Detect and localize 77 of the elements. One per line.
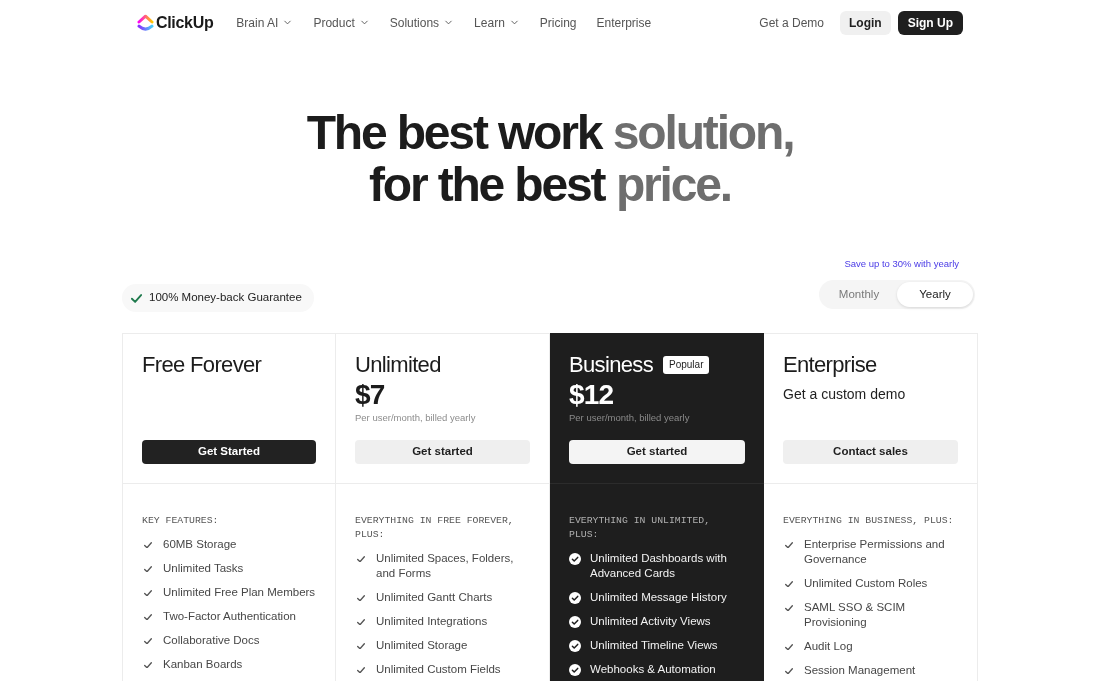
check-icon <box>357 594 365 601</box>
feature-text: Session Management <box>804 663 916 678</box>
check-icon <box>357 618 365 625</box>
feature-text: Unlimited Storage <box>376 638 468 653</box>
feature-text: Unlimited Free Plan Members <box>163 585 316 600</box>
billing-option-tab[interactable]: Monthly <box>821 282 897 307</box>
check-circle-icon <box>569 553 581 565</box>
check-icon <box>357 666 365 673</box>
headline: The best work solution, for the best price. <box>306 107 794 211</box>
feature-text: Unlimited Gantt Charts <box>376 590 493 605</box>
check-circle-icon <box>569 616 581 628</box>
check-icon <box>357 642 365 649</box>
check-icon <box>785 643 793 650</box>
feature-text: Unlimited Custom Fields <box>376 662 501 677</box>
feature-text: Unlimited Activity Views <box>590 614 711 629</box>
features-heading: EVERYTHING IN UNLIMITED, PLUS: <box>569 514 712 542</box>
check-icon <box>785 541 793 548</box>
check-icon <box>785 580 793 587</box>
check-circle-icon <box>569 640 581 652</box>
check-icon <box>144 637 152 644</box>
check-icon <box>144 541 152 548</box>
nav-menu-button[interactable]: Solutions <box>389 13 455 32</box>
plan-price: $7 <box>355 379 386 411</box>
feature-text: Audit Log <box>804 639 853 654</box>
nav-menu-button[interactable]: Brain AI <box>236 13 294 32</box>
check-icon <box>785 667 793 674</box>
features-heading: EVERYTHING IN BUSINESS, PLUS: <box>783 514 955 528</box>
nav-menu-button[interactable]: Learn <box>474 13 520 32</box>
check-circle-icon <box>569 592 581 604</box>
signup-button[interactable]: Sign Up <box>897 10 963 35</box>
plan-title: Enterprise <box>783 352 877 378</box>
logo-icon <box>137 14 154 31</box>
check-icon <box>144 613 152 620</box>
feature-text: Webhooks & Automation <box>590 662 716 677</box>
feature-text: Enterprise Permissions and Governance <box>804 537 946 567</box>
features-heading: EVERYTHING IN FREE FOREVER, PLUS: <box>355 514 515 542</box>
plan-tagline: Get a custom demo <box>783 385 907 404</box>
check-icon <box>785 604 793 611</box>
feature-text: Collaborative Docs <box>163 633 260 648</box>
home-logo-link[interactable]: ClickUp <box>137 10 214 35</box>
feature-text: Unlimited Custom Roles <box>804 576 928 591</box>
check-circle-icon <box>569 664 581 676</box>
plan-title: Unlimited <box>355 352 441 378</box>
price-note: Per user/month, billed yearly <box>355 411 477 424</box>
billing-option-tab[interactable]: Yearly <box>897 282 973 307</box>
guarantee-text: 100% Money-back Guarantee <box>149 290 302 306</box>
feature-text: Kanban Boards <box>163 657 243 672</box>
nav-link[interactable]: Pricing <box>539 13 577 32</box>
popular-badge: Popular <box>663 356 710 374</box>
feature-text: Unlimited Message History <box>590 590 727 605</box>
savings-note: Save up to 30% with yearly <box>844 257 959 271</box>
plan-title: Free Forever <box>142 352 262 378</box>
feature-text: Unlimited Tasks <box>163 561 244 576</box>
nav-link[interactable]: Enterprise <box>596 13 652 32</box>
nav-menu-button[interactable]: Product <box>313 13 370 32</box>
plan-title: Business <box>569 352 653 378</box>
check-icon <box>357 555 365 562</box>
feature-text: SAML SSO & SCIM Provisioning <box>804 600 907 630</box>
feature-text: 60MB Storage <box>163 537 237 552</box>
plan-cta-button[interactable]: Contact sales <box>783 440 958 464</box>
feature-text: Two-Factor Authentication <box>163 609 296 624</box>
login-button[interactable]: Login <box>840 10 891 35</box>
demo-link[interactable]: Get a Demo <box>759 13 824 32</box>
plan-price: $12 <box>569 379 615 411</box>
price-note: Per user/month, billed yearly <box>569 411 691 424</box>
check-icon <box>144 661 152 668</box>
features-heading: KEY FEATURES: <box>142 514 220 528</box>
feature-text: Unlimited Integrations <box>376 614 488 629</box>
feature-text: Unlimited Spaces, Folders, and Forms <box>376 551 515 581</box>
plan-cta-button[interactable]: Get Started <box>142 440 316 464</box>
feature-text: Unlimited Timeline Views <box>590 638 718 653</box>
check-icon <box>144 565 152 572</box>
check-icon <box>144 589 152 596</box>
plan-cta-button[interactable]: Get started <box>355 440 530 464</box>
feature-text: Unlimited Dashboards with Advanced Cards <box>590 551 728 581</box>
check-icon <box>131 293 142 303</box>
plan-cta-button[interactable]: Get started <box>569 440 745 464</box>
